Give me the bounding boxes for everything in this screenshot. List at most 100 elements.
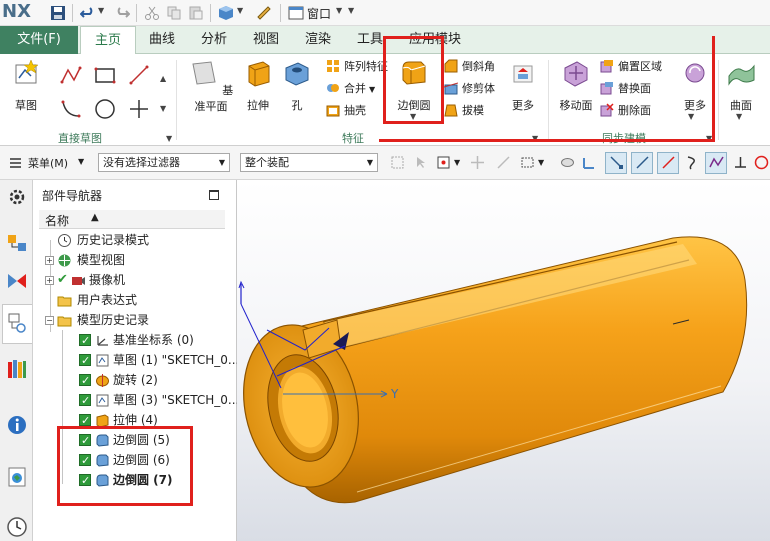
line-icon[interactable] — [128, 64, 150, 86]
sketch-button[interactable]: 草图 — [6, 58, 46, 113]
snap-tangent-icon[interactable] — [733, 155, 748, 170]
window-icon[interactable] — [288, 5, 304, 21]
snap-curve-icon[interactable] — [685, 155, 700, 170]
paste-icon[interactable] — [188, 5, 204, 21]
maximize-icon[interactable] — [209, 190, 219, 200]
snap-point-icon[interactable] — [436, 155, 451, 170]
sketch-scroll-dropdown-icon[interactable]: ▼ — [160, 104, 166, 113]
tree-row-user-expressions[interactable]: 用户表达式 — [39, 290, 225, 310]
move-cursor-icon[interactable] — [470, 155, 485, 170]
rectangle-icon[interactable] — [94, 64, 116, 86]
expand-icon[interactable]: + — [45, 256, 54, 265]
wcs-icon[interactable] — [582, 155, 597, 170]
surface-dropdown-icon[interactable]: ▼ — [736, 112, 742, 121]
rect-select-icon[interactable] — [520, 155, 535, 170]
combine-button[interactable]: 合并 ▼ — [326, 80, 375, 98]
select-all-icon[interactable] — [390, 155, 405, 170]
surface-button[interactable]: 曲面 — [724, 58, 758, 113]
selection-filter-select[interactable]: 没有选择过滤器 ▼ — [98, 153, 230, 172]
pattern-feature-icon — [327, 60, 339, 72]
tree-row-revolve-2[interactable]: 旋转 (2) — [39, 370, 225, 391]
revolve-icon — [96, 374, 109, 387]
reuse-library-icon[interactable] — [6, 358, 28, 380]
redo-icon[interactable] — [114, 5, 130, 21]
expand-icon[interactable]: + — [45, 276, 54, 285]
tree-row-datum-csys[interactable]: 基准坐标系 (0) — [39, 330, 225, 351]
point-icon[interactable] — [128, 98, 150, 120]
quick-access-toolbar: NX ▼ ▼ 窗口 ▼ ▼ — [0, 0, 770, 26]
feature-checkbox[interactable] — [79, 411, 91, 431]
window-dropdown-icon[interactable]: ▼ — [336, 6, 342, 15]
snap-dropdown-icon[interactable]: ▼ — [454, 158, 460, 167]
save-icon[interactable] — [50, 5, 66, 21]
window-menu-label[interactable]: 窗口 — [307, 5, 331, 22]
ribbon-highlight-frame — [379, 36, 715, 142]
datum-plane-button[interactable]: 基准平面 — [186, 58, 236, 114]
feature-checkbox[interactable] — [79, 351, 91, 371]
checkmark-icon: ✔ — [57, 272, 68, 287]
sort-ascending-icon[interactable]: ▲ — [91, 212, 99, 223]
show-hide-icon[interactable] — [560, 155, 575, 170]
history-clock-icon[interactable] — [6, 516, 28, 538]
extrude-button[interactable]: 拉伸 — [240, 58, 276, 113]
measure-icon[interactable] — [256, 5, 272, 21]
assembly-navigator-icon[interactable] — [6, 232, 28, 254]
snap-midpoint-icon — [636, 156, 649, 169]
tree-row-label: 模型历史记录 — [77, 313, 150, 327]
feature-checkbox[interactable] — [79, 371, 91, 391]
general-select-icon[interactable] — [414, 155, 429, 170]
tree-row-model-history[interactable]: − 模型历史记录 — [39, 310, 225, 330]
navigator-column-header[interactable]: 名称 ▲ — [39, 210, 225, 229]
menu-button[interactable]: 菜单(M) — [28, 155, 68, 171]
app-logo: NX — [2, 1, 31, 22]
customize-dropdown-icon[interactable]: ▼ — [348, 6, 354, 15]
tree-row-model-views[interactable]: + 模型视图 — [39, 250, 225, 270]
tab-analysis[interactable]: 分析 — [192, 26, 236, 54]
menu-icon[interactable] — [8, 155, 23, 170]
collapse-icon[interactable]: − — [45, 316, 54, 325]
selection-filter-value: 没有选择过滤器 — [103, 156, 180, 169]
web-browser-icon[interactable] — [6, 466, 28, 488]
menu-dropdown-icon[interactable]: ▼ — [78, 157, 84, 166]
tree-row-label: 用户表达式 — [77, 293, 138, 307]
profile-icon[interactable] — [60, 64, 82, 86]
snap-endpoint-icon — [610, 156, 623, 169]
view-cube-icon[interactable] — [218, 5, 234, 21]
hole-button[interactable]: 孔 — [280, 58, 314, 113]
graphics-viewport[interactable]: Y — [237, 180, 770, 541]
tree-row-sketch-3[interactable]: 草图 (3) "SKETCH_0... — [39, 390, 239, 411]
group-options-icon[interactable]: ▼ — [166, 134, 172, 143]
tree-row-label: 模型视图 — [77, 253, 126, 267]
surface-label: 曲面 — [730, 99, 752, 112]
circle-icon[interactable] — [94, 98, 116, 120]
undo-icon[interactable] — [80, 5, 96, 21]
undo-dropdown-icon[interactable]: ▼ — [98, 6, 104, 15]
info-icon[interactable] — [6, 414, 28, 436]
constraint-navigator-icon[interactable] — [6, 270, 28, 292]
triad-y-label: Y — [390, 387, 399, 401]
combine-dropdown-icon[interactable]: ▼ — [369, 85, 375, 94]
tree-row-cameras[interactable]: + ✔ 摄像机 — [39, 270, 225, 290]
tree-row-label: 草图 (3) "SKETCH_0... — [113, 393, 240, 407]
tab-render[interactable]: 渲染 — [296, 26, 340, 54]
model-render: Y — [238, 236, 748, 504]
copy-icon[interactable] — [166, 5, 182, 21]
arc-icon[interactable] — [60, 98, 82, 120]
snap-center-icon[interactable] — [754, 155, 769, 170]
tab-view[interactable]: 视图 — [244, 26, 288, 54]
tab-file[interactable]: 文件(F) — [0, 26, 78, 54]
cut-icon[interactable] — [144, 5, 160, 21]
snap-arrow-icon[interactable] — [496, 155, 511, 170]
rect-select-dropdown-icon[interactable]: ▼ — [538, 158, 544, 167]
tab-curve[interactable]: 曲线 — [140, 26, 184, 54]
feature-checkbox[interactable] — [79, 391, 91, 411]
tree-row-history-mode[interactable]: 历史记录模式 — [39, 230, 225, 250]
tab-home[interactable]: 主页 — [80, 26, 136, 55]
sketch-more-dropdown-icon[interactable]: ▲ — [160, 74, 166, 83]
view-dropdown-icon[interactable]: ▼ — [237, 6, 243, 15]
feature-checkbox[interactable] — [79, 331, 91, 351]
tree-row-sketch-1[interactable]: 草图 (1) "SKETCH_0... — [39, 350, 239, 371]
shell-button[interactable]: 抽壳 — [326, 102, 366, 120]
settings-gear-icon[interactable] — [6, 186, 28, 208]
assembly-scope-select[interactable]: 整个装配 ▼ — [240, 153, 378, 172]
